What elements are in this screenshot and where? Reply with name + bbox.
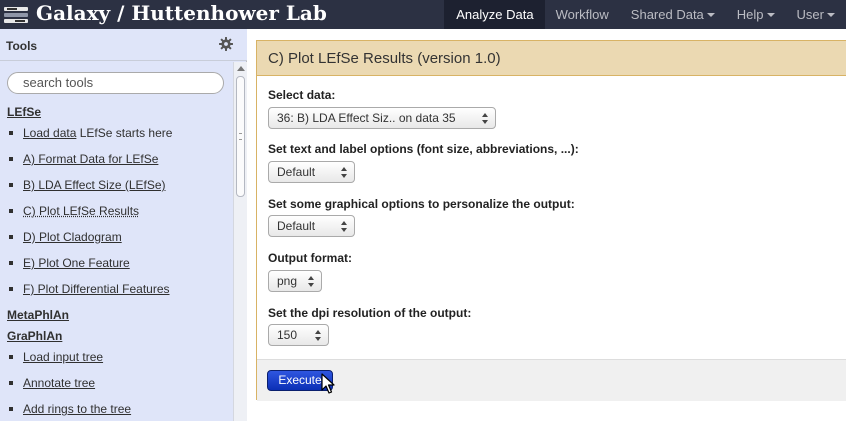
tools-panel-header: Tools — [0, 29, 247, 61]
tool-plot-one-feature: E) Plot One Feature — [9, 256, 130, 270]
tool-link[interactable]: Load input tree — [23, 350, 103, 364]
caret-down-icon — [766, 12, 775, 17]
nav-help[interactable]: Help — [726, 0, 786, 29]
field-label: Output format: — [268, 251, 352, 265]
bullet — [9, 156, 13, 161]
field-label: Select data: — [268, 88, 336, 102]
tools-list: search tools LEfSe Load data LEfSe start… — [0, 62, 233, 421]
galaxy-logo-icon[interactable] — [4, 5, 28, 25]
updown-arrow-icon — [308, 276, 315, 287]
tool-link[interactable]: Annotate tree — [23, 376, 95, 390]
tool-plot-lefse-results: C) Plot LEfSe Results — [9, 204, 139, 218]
nav-analyze-data[interactable]: Analyze Data — [444, 0, 545, 29]
select-value: 150 — [277, 328, 298, 342]
gear-icon[interactable] — [219, 37, 233, 51]
bullet — [9, 208, 13, 213]
tool-annotate-tree: Annotate tree — [9, 376, 95, 390]
tool-link[interactable]: B) LDA Effect Size (LEfSe) — [23, 178, 166, 192]
brand-title[interactable]: Galaxy / Huttenhower Lab — [36, 1, 327, 25]
tool-description: LEfSe starts here — [76, 126, 173, 140]
bullet — [9, 260, 13, 265]
bullet — [9, 354, 13, 359]
mouse-pointer-icon — [321, 373, 335, 394]
tool-link[interactable]: D) Plot Cladogram — [23, 230, 122, 244]
tool-link[interactable]: A) Format Data for LEfSe — [23, 152, 158, 166]
tool-form-title: C) Plot LEfSe Results (version 1.0) — [257, 41, 846, 76]
select-value: png — [277, 274, 298, 288]
nav-label: Workflow — [555, 7, 609, 22]
bullet — [9, 130, 13, 135]
scrollbar-thumb[interactable] — [236, 76, 245, 197]
tool-lda-effect-size: B) LDA Effect Size (LEfSe) — [9, 178, 166, 192]
tools-panel: Tools search tools LEfSe Load data LEfSe… — [0, 29, 247, 421]
tool-link[interactable]: Load data — [23, 126, 76, 140]
tool-form-footer: Execute — [257, 359, 846, 401]
nav-label: User — [796, 7, 824, 22]
caret-down-icon — [706, 12, 715, 17]
tool-form: C) Plot LEfSe Results (version 1.0) Sele… — [256, 40, 846, 401]
caret-down-icon — [827, 12, 835, 17]
scroll-up-arrow-icon[interactable] — [237, 66, 245, 71]
bullet — [9, 406, 13, 411]
tool-link[interactable]: C) Plot LEfSe Results — [23, 204, 139, 218]
nav-workflow[interactable]: Workflow — [545, 0, 620, 29]
tool-load-input-tree: Load input tree — [9, 350, 103, 364]
text-options-dropdown[interactable]: Default — [268, 161, 355, 183]
section-lefse[interactable]: LEfSe — [7, 105, 41, 119]
dpi-dropdown[interactable]: 150 — [268, 324, 329, 346]
graphical-options-dropdown[interactable]: Default — [268, 215, 355, 237]
select-value: 36: B) LDA Effect Siz.. on data 35 — [277, 111, 456, 125]
tool-link[interactable]: E) Plot One Feature — [23, 256, 130, 270]
tool-load-data: Load data LEfSe starts here — [9, 126, 172, 140]
tools-scrollbar[interactable] — [233, 62, 247, 421]
bullet — [9, 234, 13, 239]
tool-link[interactable]: F) Plot Differential Features — [23, 282, 170, 296]
select-data-dropdown[interactable]: 36: B) LDA Effect Siz.. on data 35 — [268, 107, 496, 129]
tool-link[interactable]: Add rings to the tree — [23, 402, 131, 416]
updown-arrow-icon — [341, 167, 348, 178]
center-panel: C) Plot LEfSe Results (version 1.0) Sele… — [248, 29, 846, 421]
select-value: Default — [277, 219, 316, 233]
output-format-dropdown[interactable]: png — [268, 270, 322, 292]
grip-icon — [239, 133, 242, 140]
section-graphlan[interactable]: GraPhlAn — [7, 329, 62, 343]
nav-label: Help — [736, 7, 764, 22]
updown-arrow-icon — [315, 330, 322, 341]
tool-plot-cladogram: D) Plot Cladogram — [9, 230, 122, 244]
updown-arrow-icon — [341, 221, 348, 232]
tool-format-data: A) Format Data for LEfSe — [9, 152, 158, 166]
nav-label: Shared Data — [630, 7, 704, 22]
top-nav: Analyze Data Workflow Shared Data Help U… — [444, 0, 846, 29]
masthead: Galaxy / Huttenhower Lab Analyze Data Wo… — [0, 0, 846, 29]
bullet — [9, 380, 13, 385]
search-placeholder: search tools — [23, 75, 94, 90]
field-label: Set some graphical options to personaliz… — [268, 197, 575, 211]
nav-user[interactable]: User — [786, 0, 846, 29]
tools-panel-title: Tools — [6, 39, 38, 53]
tool-plot-differential-features: F) Plot Differential Features — [9, 282, 170, 296]
updown-arrow-icon — [482, 113, 489, 124]
search-tools-input[interactable]: search tools — [7, 72, 224, 94]
select-value: Default — [277, 165, 316, 179]
section-metaphlan[interactable]: MetaPhlAn — [7, 308, 69, 322]
field-label: Set text and label options (font size, a… — [268, 142, 579, 156]
bullet — [9, 286, 13, 291]
bullet — [9, 182, 13, 187]
tool-add-rings: Add rings to the tree — [9, 402, 131, 416]
nav-shared-data[interactable]: Shared Data — [620, 0, 726, 29]
field-label: Set the dpi resolution of the output: — [268, 306, 472, 320]
nav-label: Analyze Data — [456, 7, 534, 22]
